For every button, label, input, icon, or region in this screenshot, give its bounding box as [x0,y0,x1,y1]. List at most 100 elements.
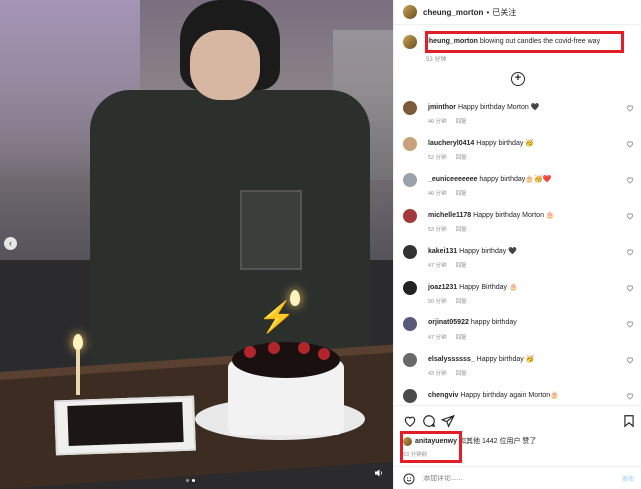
number-candle-flame [290,290,300,306]
cake-cherry [298,342,310,354]
commenter-avatar[interactable] [403,137,417,151]
like-heart-icon[interactable] [403,414,417,428]
comment-input[interactable] [423,475,603,482]
commenter-avatar[interactable] [403,209,417,223]
commenter-avatar[interactable] [403,353,417,367]
comment-icon[interactable] [422,414,436,428]
comment-username[interactable]: michelle1178 [428,212,471,219]
comment-username[interactable]: _euniceeeeeee [428,176,477,183]
comment-like-icon[interactable] [626,248,634,256]
reply-button[interactable]: 回复 [456,191,467,197]
comment-time: 52 分钟 [428,155,447,161]
comment-username[interactable]: joaz1231 [428,284,457,291]
comment-time: 46 分钟 [428,119,447,125]
comment-time: 53 分钟 [428,227,447,233]
post-comment-button[interactable]: 发布 [622,474,634,483]
caption-time: 53 分钟 [426,57,447,63]
comment-line: _euniceeeeeee happy birthday🎂🥳❤️ [428,175,551,183]
comment-like-icon[interactable] [626,392,634,400]
share-icon[interactable] [441,414,455,428]
comment-line: michelle1178 Happy birthday Morton 🎂 [428,211,555,219]
comment-meta: 46 分钟 回复 [428,117,476,125]
comment-time: 43 分钟 [428,371,447,377]
comment-line: joaz1231 Happy Birthday 🎂 [428,283,518,291]
comment-time: 47 分钟 [428,335,447,341]
comment-text: Happy Birthday 🎂 [459,284,518,291]
comments-list: jminthor Happy birthday Morton 🖤 46 分钟 回复 l… [394,100,641,405]
comment-username[interactable]: laucheryl0414 [428,140,474,147]
comment-item: joaz1231 Happy Birthday 🎂 50 分钟 回复 [394,280,641,316]
caption-avatar[interactable] [403,35,417,49]
person-face [190,30,260,100]
candle-flame [73,334,83,350]
reply-button[interactable]: 回复 [456,371,467,377]
comment-username[interactable]: orjinat05922 [428,319,469,326]
comment-line: laucheryl0414 Happy birthday 🥳 [428,139,534,147]
comment-meta: 47 分钟 回复 [428,333,476,341]
comment-meta: 52 分钟 回复 [428,153,476,161]
comment-text: Happy birthday 🥳 [476,140,535,147]
reply-button[interactable]: 回复 [456,263,467,269]
bookmark-icon[interactable] [622,414,636,428]
chocolate-cake [67,402,184,446]
reply-button[interactable]: 回复 [456,119,467,125]
comment-item: _euniceeeeeee happy birthday🎂🥳❤️ 46 分钟 回复 [394,172,641,208]
comment-like-icon[interactable] [626,176,634,184]
comment-like-icon[interactable] [626,320,634,328]
comment-text: Happy birthday Morton 🎂 [473,212,555,219]
post-media[interactable]: ⚡ ‹ [0,0,393,489]
comment-like-icon[interactable] [626,356,634,364]
comment-like-icon[interactable] [626,212,634,220]
comment-item: chengviv Happy birthday again Morton🎂43 … [394,388,641,405]
comment-item: kakei131 Happy birthday 🖤 47 分钟 回复 [394,244,641,280]
load-more-comments-icon[interactable]: + [511,72,525,86]
comment-meta: 50 分钟 回复 [428,297,476,305]
comment-time: 47 分钟 [428,263,447,269]
follow-status[interactable]: 已关注 [492,7,516,18]
post-header: cheung_morton • 已关注 [394,0,641,25]
comment-text: Happy birthday 🥳 [476,356,535,363]
emoji-icon[interactable] [403,473,415,485]
reply-button[interactable]: 回复 [456,155,467,161]
commenter-avatar[interactable] [403,317,417,331]
comment-like-icon[interactable] [626,140,634,148]
comment-time: 50 分钟 [428,299,447,305]
comment-item: laucheryl0414 Happy birthday 🥳 52 分钟 回复 [394,136,641,172]
reply-button[interactable]: 回复 [456,335,467,341]
author-username[interactable]: cheung_morton [423,8,483,17]
author-avatar[interactable] [403,5,417,19]
reply-button[interactable]: 回复 [456,299,467,305]
comment-line: jminthor Happy birthday Morton 🖤 [428,103,539,111]
comment-item: jminthor Happy birthday Morton 🖤 46 分钟 回复 [394,100,641,136]
likes-text[interactable]: 和其他 1442 位用户 赞了 [459,436,536,446]
comment-username[interactable]: jminthor [428,104,456,111]
comment-item: michelle1178 Happy birthday Morton 🎂 53 分… [394,208,641,244]
commenter-avatar[interactable] [403,173,417,187]
commenter-avatar[interactable] [403,245,417,259]
commenter-avatar[interactable] [403,389,417,403]
commenter-avatar[interactable] [403,281,417,295]
comment-text: Happy birthday Morton 🖤 [457,104,540,111]
comment-username[interactable]: elsalyssssss_ [428,356,475,363]
volume-icon[interactable] [374,468,384,478]
comment-time: 46 分钟 [428,191,447,197]
comment-text: Happy birthday again Morton🎂 [460,392,559,399]
likes-highlight-box [400,431,462,463]
commenter-avatar[interactable] [403,101,417,115]
reply-button[interactable]: 回复 [456,227,467,233]
comment-username[interactable]: kakei131 [428,248,457,255]
comment-text: happy birthday🎂🥳❤️ [479,176,552,183]
post-details-panel: cheung_morton • 已关注 cheung_morton blowin… [393,0,641,489]
number-candle: ⚡ [258,301,296,334]
comment-like-icon[interactable] [626,284,634,292]
previous-arrow-icon[interactable]: ‹ [4,237,17,250]
comment-like-icon[interactable] [626,104,634,112]
jacket-pocket [240,190,302,270]
comment-username[interactable]: chengviv [428,392,458,399]
header-separator: • [486,7,490,17]
comment-text: Happy birthday 🖤 [459,248,517,255]
add-comment-bar: 发布 [394,466,641,489]
caption-highlight-box [425,31,624,53]
comment-line: kakei131 Happy birthday 🖤 [428,247,517,255]
comment-line: elsalyssssss_ Happy birthday 🥳 [428,355,534,363]
